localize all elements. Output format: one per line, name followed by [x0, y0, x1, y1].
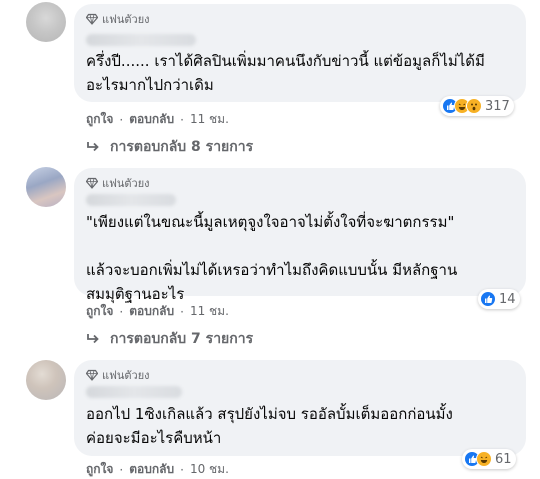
wow-icon	[466, 98, 482, 114]
reaction-count: 317	[485, 98, 510, 114]
comment-bubble: แฟนตัวยง ครึ่งปี...... เราได้ศิลปินเพิ่ม…	[74, 4, 526, 102]
diamond-icon	[86, 13, 98, 25]
author-name[interactable]	[86, 194, 176, 206]
badge-label: แฟนตัวยง	[102, 369, 150, 382]
reaction-count: 61	[495, 451, 512, 467]
replies-label: การตอบกลับ 8 รายการ	[110, 139, 254, 155]
separator: ·	[119, 112, 124, 127]
reaction-summary[interactable]: 317	[440, 96, 514, 116]
reaction-count: 14	[499, 291, 516, 307]
reply-arrow-icon	[87, 334, 99, 344]
author-name[interactable]	[86, 34, 196, 46]
like-icon	[480, 291, 496, 307]
reaction-summary[interactable]: 61	[462, 449, 516, 469]
comment-text: "เพียงแต่ในขณะนี้มูลเหตุจูงใจอาจไม่ตั้งใ…	[86, 213, 458, 303]
comment-actions: ถูกใจ · ตอบกลับ · 10 ชม.	[86, 460, 229, 479]
avatar[interactable]	[26, 167, 66, 207]
comment-text: ออกไป 1ซิงเกิลแล้ว สรุปยังไม่จบ รออัลบั้…	[86, 405, 453, 447]
reply-button[interactable]: ตอบกลับ	[129, 460, 174, 479]
view-replies-button[interactable]: การตอบกลับ 7 รายการ	[86, 328, 253, 350]
separator: ·	[180, 112, 184, 127]
fan-badge[interactable]: แฟนตัวยง	[86, 11, 150, 27]
fan-badge[interactable]: แฟนตัวยง	[86, 367, 150, 383]
haha-icon	[476, 451, 492, 467]
badge-label: แฟนตัวยง	[102, 177, 150, 190]
comment-bubble: แฟนตัวยง "เพียงแต่ในขณะนี้มูลเหตุจูงใจอา…	[74, 168, 526, 303]
comment-actions: ถูกใจ · ตอบกลับ · 11 ชม.	[86, 302, 229, 321]
timestamp[interactable]: 11 ชม.	[190, 110, 229, 129]
comment-bubble: แฟนตัวยง ออกไป 1ซิงเกิลแล้ว สรุปยังไม่จบ…	[74, 360, 526, 456]
author-name[interactable]	[86, 386, 182, 398]
like-button[interactable]: ถูกใจ	[86, 460, 113, 479]
timestamp[interactable]: 10 ชม.	[190, 460, 229, 479]
reply-button[interactable]: ตอบกลับ	[129, 110, 174, 129]
diamond-icon	[86, 369, 98, 381]
like-button[interactable]: ถูกใจ	[86, 302, 113, 321]
separator: ·	[180, 304, 184, 319]
replies-label: การตอบกลับ 7 รายการ	[110, 331, 254, 347]
avatar[interactable]	[26, 2, 66, 42]
diamond-icon	[86, 177, 98, 189]
separator: ·	[119, 304, 124, 319]
fan-badge[interactable]: แฟนตัวยง	[86, 175, 150, 191]
view-replies-button[interactable]: การตอบกลับ 8 รายการ	[86, 136, 253, 158]
reply-button[interactable]: ตอบกลับ	[129, 302, 174, 321]
like-button[interactable]: ถูกใจ	[86, 110, 113, 129]
badge-label: แฟนตัวยง	[102, 13, 150, 26]
avatar[interactable]	[26, 360, 66, 400]
separator: ·	[119, 462, 124, 477]
timestamp[interactable]: 11 ชม.	[190, 302, 229, 321]
reaction-summary[interactable]: 14	[478, 289, 520, 309]
reply-arrow-icon	[87, 142, 99, 152]
separator: ·	[180, 462, 184, 477]
comment-actions: ถูกใจ · ตอบกลับ · 11 ชม.	[86, 110, 229, 129]
comment-text: ครึ่งปี...... เราได้ศิลปินเพิ่มมาคนนึงกั…	[86, 52, 485, 94]
